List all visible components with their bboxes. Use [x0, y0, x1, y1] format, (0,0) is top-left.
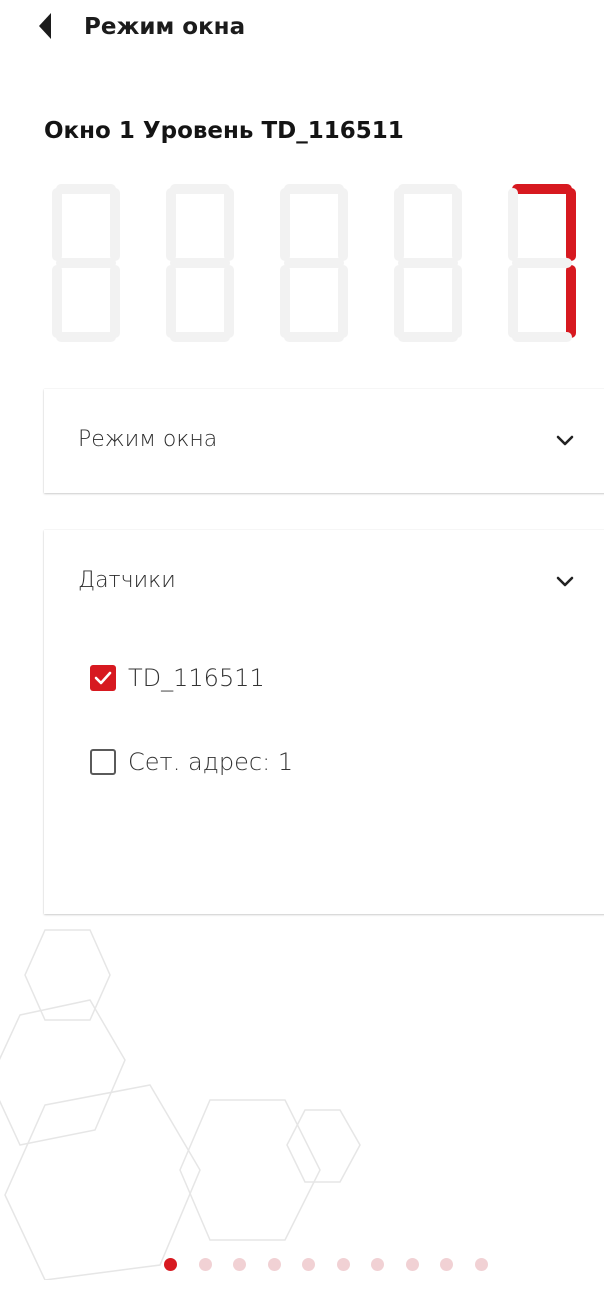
segment-c [224, 265, 234, 338]
segment-b [224, 188, 234, 261]
display-digit [394, 184, 462, 342]
segment-a [284, 184, 344, 194]
window-mode-dropdown[interactable]: Режим окна [44, 389, 604, 493]
page-title: Окно 1 Уровень TD_116511 [44, 118, 404, 144]
segment-b [110, 188, 120, 261]
sensors-panel: Датчики TD_116511 Сет. адрес: 1 [44, 530, 604, 914]
segment-g [56, 258, 116, 268]
chevron-down-icon[interactable] [556, 576, 574, 588]
display-digit [508, 184, 576, 342]
segment-d [512, 332, 572, 342]
segment-g [398, 258, 458, 268]
sensors-label: Датчики [78, 568, 176, 593]
segment-d [284, 332, 344, 342]
segment-g [512, 258, 572, 268]
segment-g [170, 258, 230, 268]
segment-f [394, 188, 404, 261]
segment-d [170, 332, 230, 342]
segment-c [566, 265, 576, 338]
segment-e [280, 265, 290, 338]
page-dot[interactable] [164, 1258, 177, 1271]
segment-d [56, 332, 116, 342]
chevron-down-icon[interactable] [556, 435, 574, 447]
segment-d [398, 332, 458, 342]
segment-f [280, 188, 290, 261]
checkbox-unchecked[interactable] [90, 749, 116, 775]
checkmark-icon [94, 671, 112, 685]
display-digit [52, 184, 120, 342]
segment-a [170, 184, 230, 194]
page-dot[interactable] [198, 1258, 212, 1271]
segment-c [452, 265, 462, 338]
sensor-checkbox-td-116511[interactable]: TD_116511 [90, 661, 265, 695]
segment-a [512, 184, 572, 194]
segment-b [566, 188, 576, 261]
seven-segment-display [52, 184, 576, 342]
segment-g [284, 258, 344, 268]
page-dot[interactable] [474, 1258, 488, 1271]
segment-c [338, 265, 348, 338]
chevron-left-icon[interactable] [38, 12, 52, 40]
page-dot[interactable] [371, 1258, 384, 1271]
page-dot[interactable] [233, 1258, 246, 1271]
page-dot[interactable] [267, 1258, 281, 1271]
sensor-label: Сет. адрес: 1 [128, 748, 294, 776]
segment-c [110, 265, 120, 338]
segment-a [56, 184, 116, 194]
hexagon-background [0, 929, 361, 1280]
sensor-checkbox-net-address[interactable]: Сет. адрес: 1 [90, 745, 293, 779]
page-dot[interactable] [302, 1258, 315, 1271]
segment-a [398, 184, 458, 194]
segment-b [338, 188, 348, 261]
page-dot[interactable] [336, 1258, 350, 1271]
segment-f [52, 188, 62, 261]
page-indicator [164, 1258, 504, 1272]
display-digit [280, 184, 348, 342]
checkbox-checked[interactable] [90, 665, 116, 691]
segment-e [52, 265, 62, 338]
topbar-title: Режим окна [84, 14, 246, 40]
page-dot[interactable] [405, 1258, 419, 1271]
window-mode-label: Режим окна [78, 427, 218, 452]
page-dot[interactable] [440, 1258, 453, 1271]
segment-b [452, 188, 462, 261]
segment-e [394, 265, 404, 338]
segment-f [508, 188, 518, 261]
segment-f [166, 188, 176, 261]
segment-e [166, 265, 176, 338]
sensor-label: TD_116511 [128, 664, 265, 692]
top-bar: Режим окна [0, 0, 604, 56]
display-digit [166, 184, 234, 342]
segment-e [508, 265, 518, 338]
